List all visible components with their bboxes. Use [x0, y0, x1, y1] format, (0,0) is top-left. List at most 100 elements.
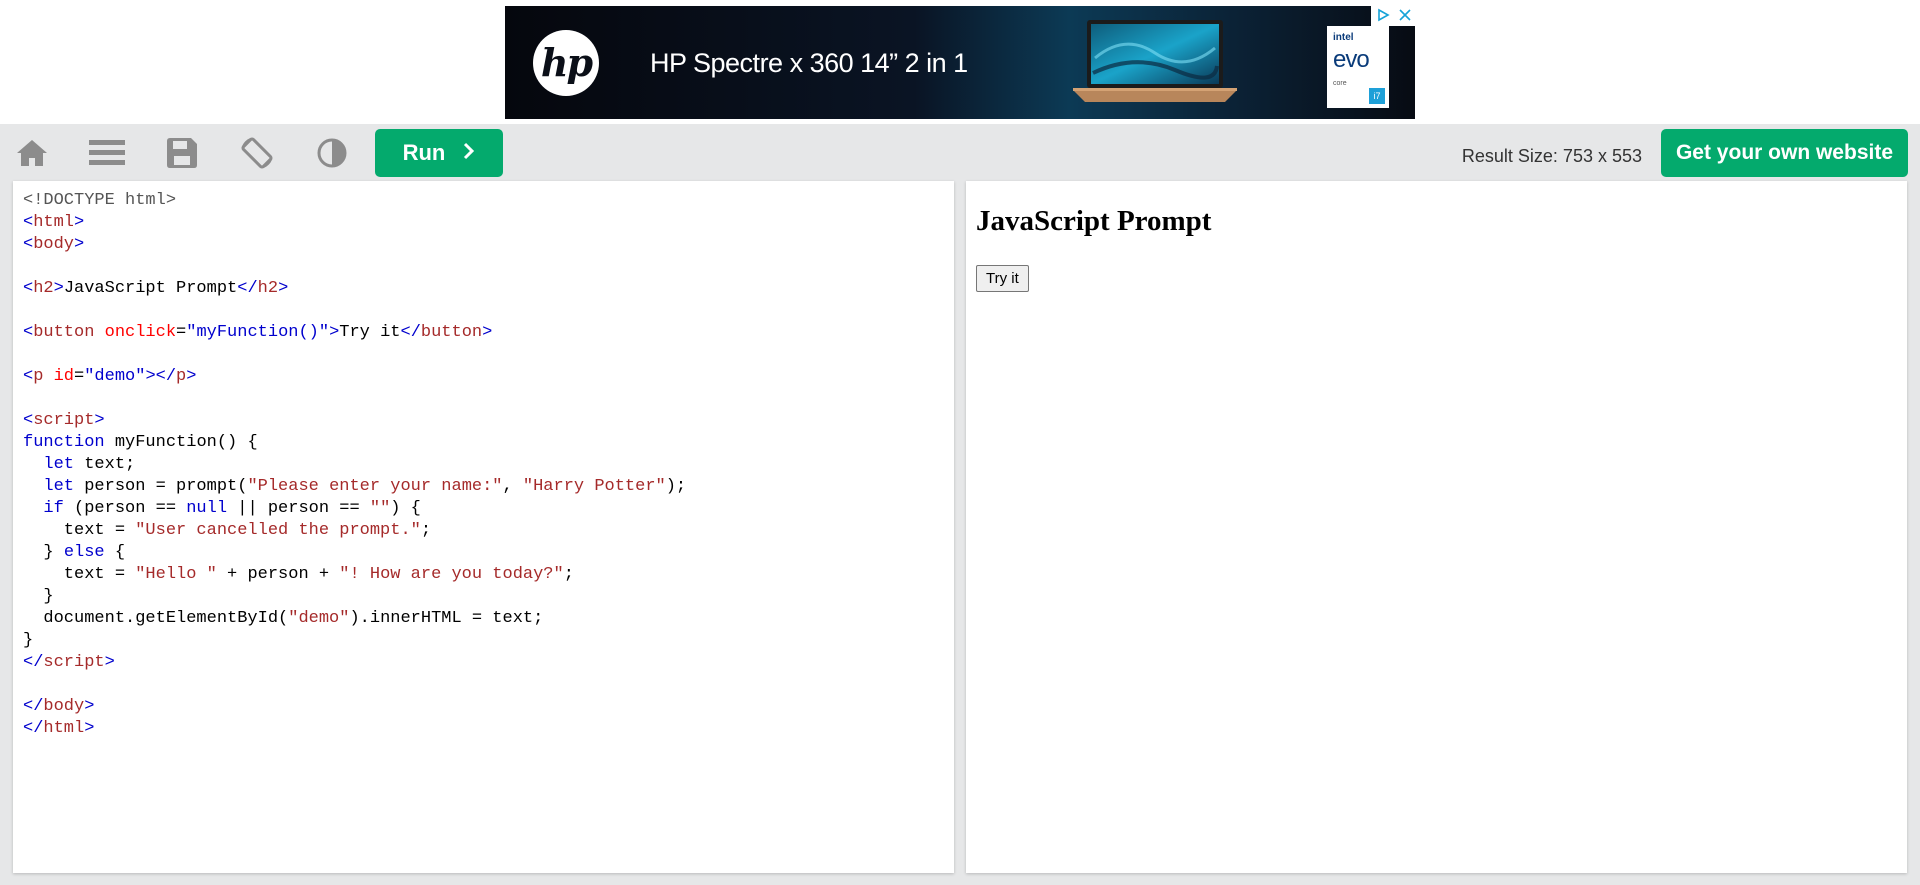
code-token: text = [23, 521, 136, 540]
code-token: || person == [227, 499, 370, 518]
code-token: "demo" [288, 609, 350, 628]
code-token: } [23, 543, 64, 562]
code-token: function [23, 433, 105, 452]
editor-toolbar: Run Result Size: 753 x 553 Get your own … [0, 124, 1920, 181]
home-icon[interactable] [8, 134, 56, 172]
code-token: body [43, 697, 85, 716]
intel-brand: intel [1333, 32, 1354, 43]
code-token: script [33, 411, 95, 430]
code-token: > [74, 235, 85, 254]
code-token: "" [369, 499, 391, 518]
code-token: </ [23, 697, 44, 716]
code-token: "User cancelled the prompt." [135, 521, 421, 540]
result-heading: JavaScript Prompt [976, 205, 1212, 237]
code-line: text = "Hello " + person + "! How are yo… [23, 564, 686, 586]
code-token: html [43, 719, 85, 738]
code-token: { [104, 543, 126, 562]
code-token: < [23, 411, 34, 430]
code-line: <button onclick="myFunction()">Try it</b… [23, 322, 686, 344]
intel-evo-badge: intel evo core i7 [1327, 26, 1389, 108]
code-token: ) { [390, 499, 421, 518]
code-token: < [23, 279, 34, 298]
code-line: </script> [23, 652, 686, 674]
save-icon[interactable] [158, 134, 206, 172]
code-token: text = [23, 565, 136, 584]
code-token: ></ [145, 367, 177, 386]
code-token: html [33, 213, 75, 232]
code-line: <!DOCTYPE html> [23, 190, 686, 212]
result-frame: JavaScript Prompt Try it [966, 181, 1907, 873]
code-line: <body> [23, 234, 686, 256]
code-line: } [23, 630, 686, 652]
code-token: < [23, 235, 34, 254]
code-token: ); [665, 477, 687, 496]
code-text[interactable]: <!DOCTYPE html> <html> <body> <h2>JavaScri… [23, 190, 686, 740]
result-size-text: Result Size: 753 x 553 [1461, 146, 1642, 166]
code-line: function myFunction() { [23, 432, 686, 454]
editor-area: <!DOCTYPE html> <html> <body> <h2>JavaScri… [0, 181, 1920, 885]
code-token: > [53, 279, 64, 298]
ad-headline: HP Spectre x 360 14” 2 in 1 [650, 48, 968, 78]
code-token: else [63, 543, 105, 562]
run-button[interactable]: Run [375, 129, 503, 177]
code-token: + person + [216, 565, 340, 584]
code-line: <html> [23, 212, 686, 234]
laptop-image [1073, 20, 1237, 102]
code-token: "demo" [84, 367, 146, 386]
code-token: text; [74, 455, 136, 474]
code-line: let person = prompt("Please enter your n… [23, 476, 686, 498]
try-it-button[interactable]: Try it [976, 265, 1029, 292]
code-token: </ [237, 279, 258, 298]
chevron-right-icon [463, 140, 475, 166]
code-line: </body> [23, 696, 686, 718]
code-token: > [84, 697, 95, 716]
ad-controls[interactable] [1371, 6, 1415, 26]
code-line: let text; [23, 454, 686, 476]
code-line: } else { [23, 542, 686, 564]
close-icon[interactable] [1398, 8, 1411, 24]
intel-evo: evo [1333, 46, 1370, 73]
hp-logo: hp [533, 30, 599, 96]
code-editor[interactable]: <!DOCTYPE html> <html> <body> <h2>JavaScri… [13, 181, 954, 873]
code-token: < [23, 367, 34, 386]
menu-icon[interactable] [83, 134, 131, 172]
code-token: person = prompt( [74, 477, 248, 496]
code-token: if [43, 499, 64, 518]
code-token: > [94, 411, 105, 430]
code-token: > [482, 323, 493, 342]
code-token: ; [420, 521, 432, 540]
code-token: , [502, 477, 523, 496]
code-token: } [23, 587, 54, 606]
code-token: > [74, 213, 85, 232]
code-line: text = "User cancelled the prompt."; [23, 520, 686, 542]
code-token: p [176, 367, 187, 386]
intel-core: core [1333, 80, 1347, 87]
code-token: </ [400, 323, 421, 342]
ad-banner[interactable]: hp HP Spectre x 360 14” 2 in 1 intel evo… [505, 6, 1415, 119]
rotate-icon[interactable] [233, 134, 281, 172]
code-token: < [23, 213, 34, 232]
run-label: Run [402, 140, 446, 165]
adchoices-icon[interactable] [1376, 8, 1390, 25]
code-line: if (person == null || person == "") { [23, 498, 686, 520]
code-token: button [33, 323, 95, 342]
code-token: myFunction() { [104, 433, 258, 452]
code-token: = [176, 323, 187, 342]
get-your-own-website-button[interactable]: Get your own website [1661, 129, 1908, 177]
code-token: script [43, 653, 105, 672]
code-token: > [329, 323, 340, 342]
code-token: > [84, 719, 95, 738]
code-token: "myFunction()" [186, 323, 330, 342]
contrast-icon[interactable] [308, 134, 356, 172]
code-token: <!DOCTYPE html> [23, 191, 177, 210]
code-token: ; [563, 565, 574, 584]
